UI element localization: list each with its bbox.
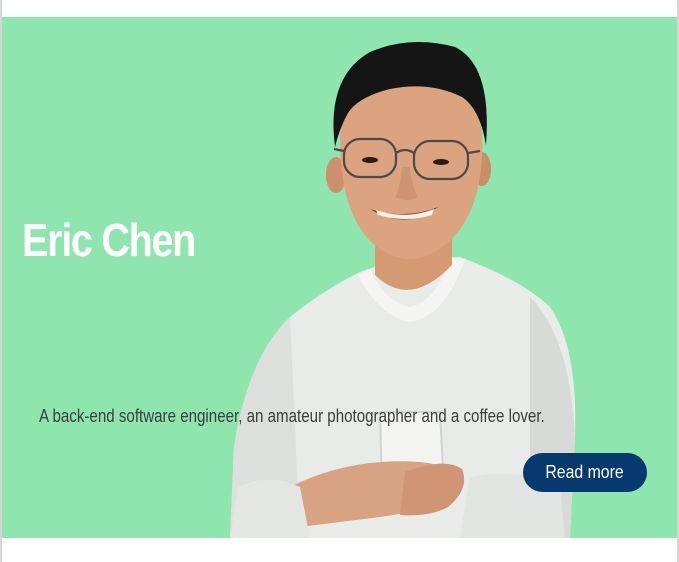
- profile-name: Eric Chen: [22, 214, 196, 266]
- page: Eric Chen A back-end software engineer, …: [0, 0, 679, 562]
- hero-banner: Eric Chen A back-end software engineer, …: [2, 17, 677, 538]
- read-more-label: Read more: [545, 462, 625, 482]
- read-more-button[interactable]: Read more: [523, 453, 647, 492]
- profile-tagline: A back-end software engineer, an amateur…: [39, 406, 545, 426]
